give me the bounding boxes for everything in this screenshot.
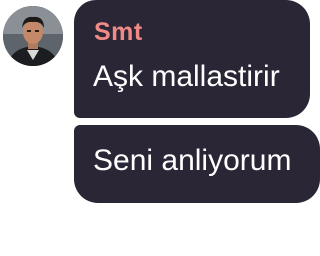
sender-name[interactable]: Smt [94, 18, 143, 47]
user-avatar-icon [3, 6, 63, 66]
message-text: Aşk mallastirir [93, 60, 280, 93]
message-bubble[interactable]: Seni anliyorum [74, 125, 320, 203]
message-bubble[interactable]: Smt Aşk mallastirir [74, 0, 310, 118]
message-text: Seni anliyorum [93, 144, 292, 177]
sender-avatar[interactable] [3, 6, 63, 66]
chat-message-group: Smt Aşk mallastirir Seni anliyorum [0, 0, 320, 256]
